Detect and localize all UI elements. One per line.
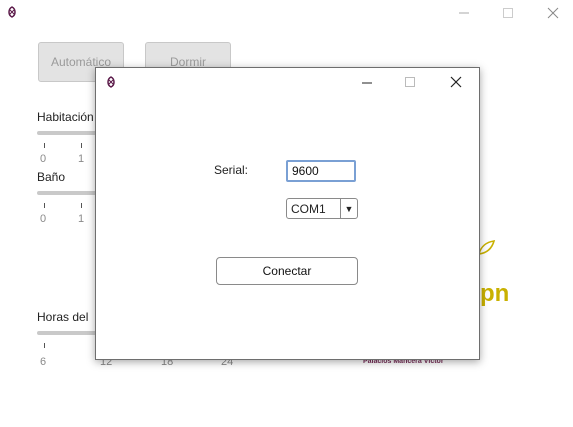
room-tick-label: 0 xyxy=(40,153,47,165)
tick xyxy=(81,203,82,208)
bath-slider[interactable] xyxy=(37,191,97,195)
hours-slider[interactable] xyxy=(37,331,97,335)
tick xyxy=(44,203,45,208)
minimize-icon[interactable] xyxy=(456,5,472,21)
connect-button[interactable]: Conectar xyxy=(216,257,358,285)
port-select[interactable]: COM1 ▼ xyxy=(286,198,358,219)
chevron-down-icon[interactable]: ▼ xyxy=(340,199,357,218)
serial-label: Serial: xyxy=(214,163,249,177)
room-tick-label: 1 xyxy=(78,153,85,165)
bath-label: Baño xyxy=(37,170,66,184)
maximize-icon[interactable] xyxy=(500,5,516,21)
baud-rate-input[interactable] xyxy=(286,160,356,182)
connection-dialog: Serial: COM1 ▼ Conectar xyxy=(95,67,480,360)
dialog-close-icon[interactable] xyxy=(447,73,465,91)
bath-tick-label: 1 xyxy=(78,213,85,225)
room-slider[interactable] xyxy=(37,131,97,135)
close-icon[interactable] xyxy=(545,5,561,21)
hours-label: Horas del xyxy=(37,310,89,324)
tick xyxy=(44,343,45,348)
leaf-icon xyxy=(477,240,496,255)
hours-tick-label: 6 xyxy=(40,356,47,368)
dialog-minimize-icon[interactable] xyxy=(358,73,376,91)
room-label: Habitación xyxy=(37,110,94,124)
logo-text: pn xyxy=(480,280,510,307)
dialog-maximize-icon[interactable] xyxy=(401,73,419,91)
app-icon xyxy=(8,6,16,18)
dialog-app-icon xyxy=(107,76,115,88)
port-select-value: COM1 xyxy=(291,201,326,216)
bath-tick-label: 0 xyxy=(40,213,47,225)
tick xyxy=(44,143,45,148)
tick xyxy=(81,143,82,148)
